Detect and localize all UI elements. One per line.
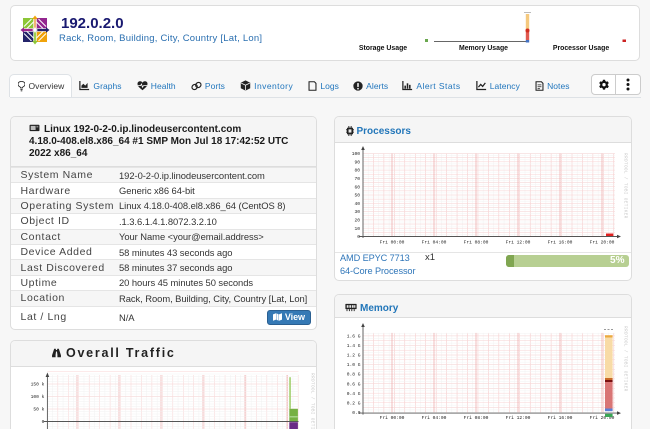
svg-text:0: 0 <box>42 419 45 425</box>
svg-text:60: 60 <box>354 184 360 190</box>
svg-text:50 k: 50 k <box>33 407 44 413</box>
svg-text:1.6 G: 1.6 G <box>347 334 361 340</box>
svg-text:0.4 G: 0.4 G <box>347 391 361 397</box>
svg-text:20: 20 <box>354 218 360 224</box>
svg-text:Fri 12:00: Fri 12:00 <box>506 415 531 421</box>
svg-text:80: 80 <box>354 168 360 174</box>
svg-text:Storage Usage: Storage Usage <box>359 45 407 52</box>
svg-text:Fri 20:00: Fri 20:00 <box>590 239 615 245</box>
svg-text:1.2 G: 1.2 G <box>347 353 361 359</box>
svg-text:RRDTOOL / TOBI OETIKER: RRDTOOL / TOBI OETIKER <box>623 153 628 219</box>
svg-text:Fri 08:00: Fri 08:00 <box>464 239 489 245</box>
svg-text:0.8 G: 0.8 G <box>347 372 361 378</box>
svg-text:10: 10 <box>354 226 360 232</box>
svg-text:0: 0 <box>357 234 360 240</box>
svg-text:30: 30 <box>354 209 360 215</box>
svg-text:Fri 08:00: Fri 08:00 <box>464 415 489 421</box>
svg-text:RRDTOOL / TOBI OETIKER: RRDTOOL / TOBI OETIKER <box>623 326 628 392</box>
svg-text:Fri 16:00: Fri 16:00 <box>548 415 573 421</box>
svg-text:1.4 G: 1.4 G <box>347 343 361 349</box>
svg-text:Fri 00:00: Fri 00:00 <box>380 239 405 245</box>
svg-text:1.0 G: 1.0 G <box>347 362 361 368</box>
svg-text:RRDTOOL / TOBI OETIKER: RRDTOOL / TOBI OETIKER <box>310 373 315 429</box>
svg-text:Fri 04:00: Fri 04:00 <box>422 239 447 245</box>
svg-text:100: 100 <box>352 151 361 157</box>
svg-text:100 k: 100 k <box>31 394 45 400</box>
svg-text:40: 40 <box>354 201 360 207</box>
svg-text:Fri 04:00: Fri 04:00 <box>422 415 447 421</box>
svg-text:0.6 G: 0.6 G <box>347 381 361 387</box>
svg-text:Memory Usage: Memory Usage <box>459 45 508 52</box>
svg-text:Fri 16:00: Fri 16:00 <box>548 239 573 245</box>
svg-text:Processor Usage: Processor Usage <box>553 45 609 52</box>
svg-text:50: 50 <box>354 193 360 199</box>
svg-text:Fri 00:00: Fri 00:00 <box>380 415 405 421</box>
svg-text:150 k: 150 k <box>31 382 45 388</box>
svg-text:0.2 G: 0.2 G <box>347 400 361 406</box>
svg-text:70: 70 <box>354 176 360 182</box>
svg-text:Fri 12:00: Fri 12:00 <box>506 239 531 245</box>
svg-text:90: 90 <box>354 159 360 165</box>
